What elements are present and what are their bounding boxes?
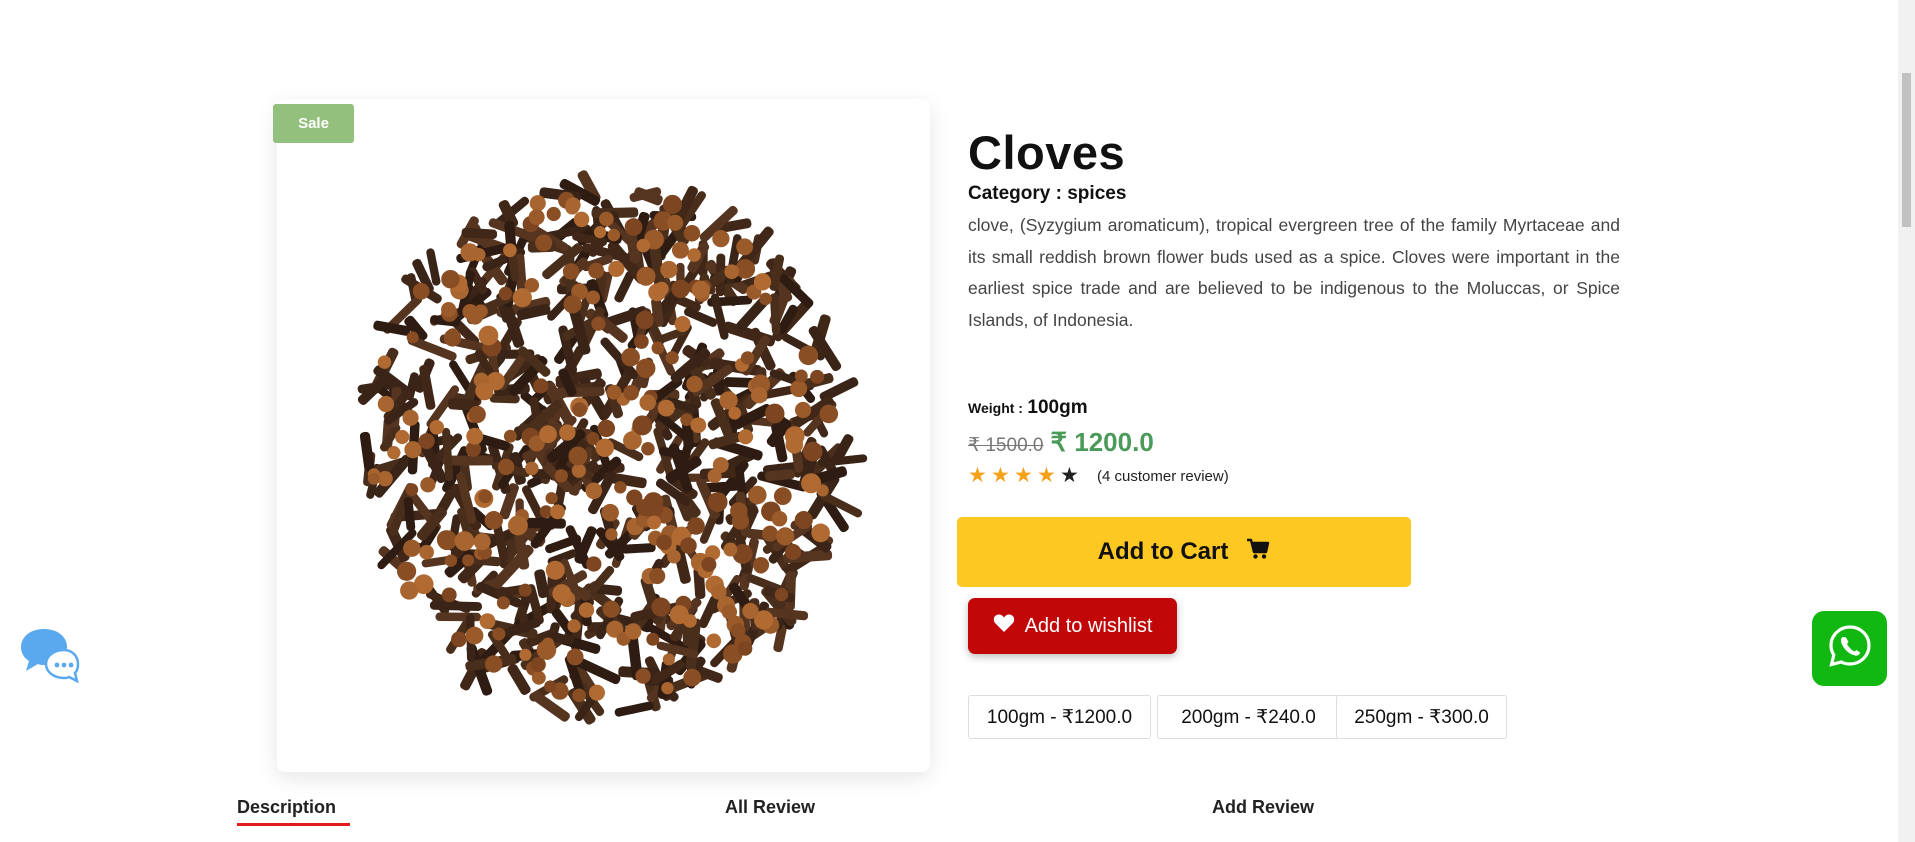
product-image-card [277, 99, 930, 772]
add-to-wishlist-button[interactable]: Add to wishlist [968, 598, 1177, 654]
review-count: (4 customer review) [1097, 467, 1229, 485]
tab-add-review[interactable]: Add Review [1212, 797, 1314, 818]
cloves-product-image [357, 170, 868, 725]
product-price: ₹ 1500.0 ₹ 1200.0 [968, 427, 1154, 458]
whatsapp-icon [1827, 623, 1873, 674]
product-category: Category : spices [968, 183, 1127, 204]
weight-value: 100gm [1027, 397, 1088, 418]
variant-option[interactable]: 200gm - ₹240.0 [1157, 695, 1340, 739]
star-icon: ★ [1060, 464, 1079, 487]
new-price: ₹ 1200.0 [1050, 427, 1154, 457]
chat-bubbles-icon[interactable] [18, 626, 80, 689]
star-icon: ★ [1014, 464, 1033, 487]
whatsapp-button[interactable] [1812, 611, 1887, 686]
active-tab-indicator [237, 823, 350, 826]
product-rating: ★ ★ ★ ★ ★ (4 customer review) [968, 465, 1229, 487]
scrollbar-thumb[interactable] [1902, 73, 1911, 227]
star-icon: ★ [991, 464, 1010, 487]
tab-description[interactable]: Description [237, 797, 336, 818]
cart-icon [1246, 538, 1270, 567]
add-to-cart-label: Add to Cart [1097, 538, 1229, 565]
add-to-cart-button[interactable]: Add to Cart [957, 517, 1411, 587]
add-to-wishlist-label: Add to wishlist [1024, 614, 1153, 637]
variant-option[interactable]: 250gm - ₹300.0 [1336, 695, 1507, 739]
heart-icon [993, 613, 1015, 639]
star-icon: ★ [968, 464, 987, 487]
product-title: Cloves [968, 126, 1126, 179]
star-icon: ★ [1037, 464, 1056, 487]
product-description: clove, (Syzygium aromaticum), tropical e… [968, 215, 1620, 330]
sale-badge: Sale [273, 104, 354, 143]
product-weight: Weight : 100gm [968, 397, 1088, 419]
variant-option[interactable]: 100gm - ₹1200.0 [968, 695, 1151, 739]
old-price: ₹ 1500.0 [968, 435, 1044, 456]
tab-all-review[interactable]: All Review [725, 797, 815, 818]
weight-label: Weight : [968, 400, 1023, 416]
